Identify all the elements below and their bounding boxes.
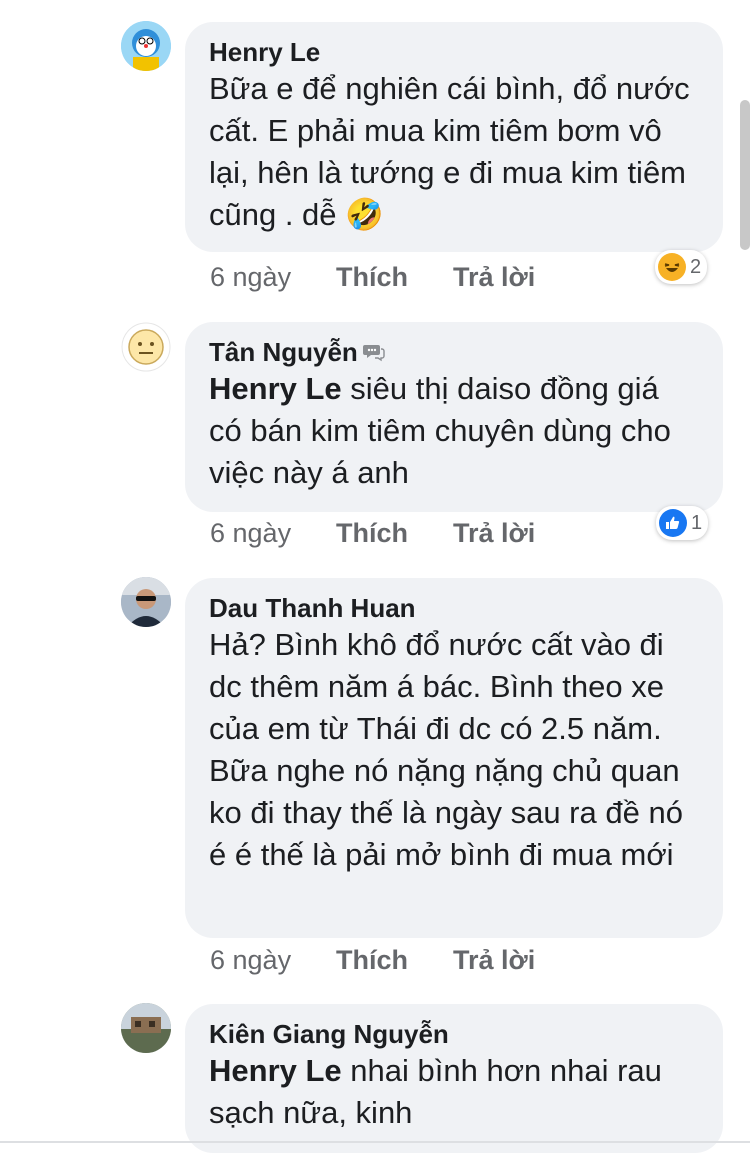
reaction-badge[interactable]: 1: [656, 506, 709, 540]
comment-time[interactable]: 6 ngày: [210, 518, 336, 549]
comment-bubble: Henry Le Bữa e để nghiên cái bình, đổ nư…: [185, 22, 723, 252]
like-button[interactable]: Thích: [336, 262, 453, 293]
avatar[interactable]: [121, 322, 171, 372]
mention-link[interactable]: Henry Le: [209, 1053, 342, 1088]
comment-actions: 6 ngày Thích Trả lời: [210, 518, 535, 549]
comment-actions: 6 ngày Thích Trả lời: [210, 262, 535, 293]
avatar[interactable]: [121, 577, 171, 627]
divider: [0, 1141, 750, 1143]
comment-actions: 6 ngày Thích Trả lời: [210, 945, 535, 976]
like-button[interactable]: Thích: [336, 945, 453, 976]
comment-author[interactable]: Dau Thanh Huan: [209, 592, 699, 624]
comment-author[interactable]: Henry Le: [209, 36, 699, 68]
top-fan-icon: [362, 342, 386, 362]
comment-text: Henry Le nhai bình hơn nhai rau sạch nữa…: [209, 1050, 699, 1134]
comment-text: Hả? Bình khô đổ nước cất vào đi dc thêm …: [209, 627, 683, 872]
reaction-badge[interactable]: 2: [655, 250, 708, 284]
like-icon: [659, 509, 687, 537]
haha-icon: [658, 253, 686, 281]
comment-bubble: Kiên Giang Nguyễn Henry Le nhai bình hơn…: [185, 1004, 723, 1153]
like-button[interactable]: Thích: [336, 518, 453, 549]
comment-bubble: Dau Thanh Huan Hả? Bình khô đổ nước cất …: [185, 578, 723, 938]
reply-button[interactable]: Trả lời: [453, 518, 535, 549]
reply-button[interactable]: Trả lời: [453, 945, 535, 976]
avatar[interactable]: [121, 1003, 171, 1053]
comment-author[interactable]: Tân Nguyễn: [209, 336, 699, 368]
mention-link[interactable]: Henry Le: [209, 371, 342, 406]
comment-author[interactable]: Kiên Giang Nguyễn: [209, 1018, 699, 1050]
reaction-count: 1: [691, 511, 703, 534]
comment-text: Henry Le siêu thị daiso đồng giá có bán …: [209, 368, 699, 494]
comment-time[interactable]: 6 ngày: [210, 262, 336, 293]
comment-bubble: Tân Nguyễn Henry Le siêu thị daiso đồng …: [185, 322, 723, 512]
comment-text: Bữa e để nghiên cái bình, đổ nước cất. E…: [209, 71, 690, 232]
scrollbar[interactable]: [740, 100, 750, 250]
comment-author-name: Tân Nguyễn: [209, 337, 358, 367]
avatar[interactable]: [121, 21, 171, 71]
reaction-count: 2: [690, 255, 702, 278]
reply-button[interactable]: Trả lời: [453, 262, 535, 293]
comment-time[interactable]: 6 ngày: [210, 945, 336, 976]
